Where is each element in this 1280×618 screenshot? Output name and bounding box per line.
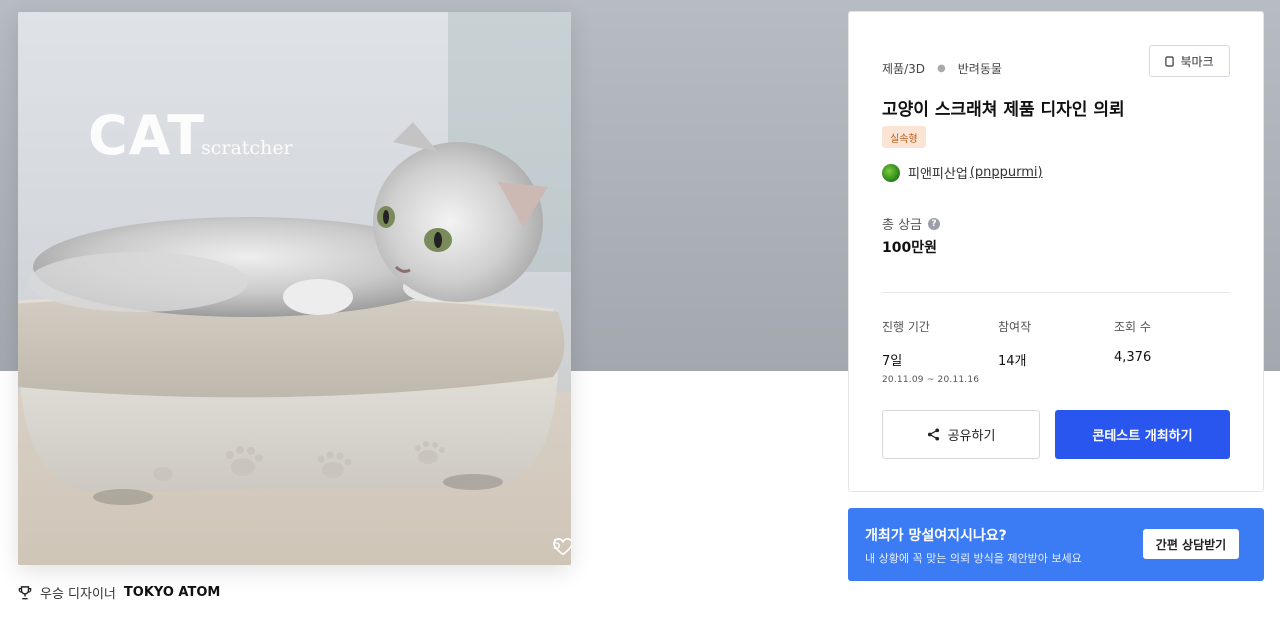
- image-overlay-title: CAT: [88, 104, 206, 167]
- category-separator: ●: [937, 63, 946, 74]
- host-info: 피앤피산업 (pnppurmi): [882, 163, 1043, 182]
- category-label[interactable]: 제품/3D: [882, 60, 925, 77]
- winner-label: 우승 디자이너: [40, 587, 116, 602]
- winner-designer: 우승 디자이너 TOKYO ATOM: [18, 583, 220, 602]
- share-label: 공유하기: [947, 429, 996, 444]
- trophy-icon: [18, 585, 32, 599]
- contest-type-badge: 실속형: [882, 126, 926, 148]
- contest-title: 고양이 스크래쳐 제품 디자인 의뢰: [882, 100, 1125, 120]
- cat-scratcher-photo: [18, 12, 571, 565]
- help-icon[interactable]: ?: [928, 217, 941, 230]
- share-button[interactable]: 공유하기: [882, 410, 1040, 459]
- bookmark-icon: [1165, 55, 1175, 67]
- like-button[interactable]: 5: [553, 538, 571, 556]
- divider: [882, 292, 1230, 293]
- host-contest-button[interactable]: 콘테스트 개최하기: [1055, 410, 1230, 459]
- prize-value: 100만원: [882, 240, 937, 256]
- consult-button[interactable]: 간편 상담받기: [1143, 529, 1239, 559]
- stat-label: 진행 기간: [882, 320, 930, 334]
- host-name: 피앤피산업: [908, 167, 968, 182]
- contest-main-image[interactable]: CAT scratcher 5: [18, 12, 571, 565]
- bookmark-button[interactable]: 북마크: [1149, 45, 1230, 77]
- subcategory-label[interactable]: 반려동물: [958, 60, 1002, 77]
- stat-views: 조회 수 4,376: [1114, 318, 1151, 365]
- category-breadcrumb: 제품/3D ● 반려동물: [882, 60, 1002, 77]
- host-handle-link[interactable]: (pnppurmi): [970, 165, 1043, 180]
- stat-dates: 20.11.09 ~ 20.11.16: [882, 375, 980, 385]
- consult-title: 개최가 망설여지시나요?: [865, 528, 1007, 544]
- stat-label: 참여작: [998, 320, 1032, 334]
- consult-subtitle: 내 상황에 꼭 맞는 의뢰 방식을 제안받아 보세요: [865, 552, 1082, 565]
- stat-entries: 참여작 14개: [998, 318, 1031, 369]
- prize-label-row: 총 상금 ?: [882, 214, 941, 233]
- contest-info-card: 제품/3D ● 반려동물 북마크 고양이 스크래쳐 제품 디자인 의뢰 실속형 …: [848, 11, 1264, 492]
- stat-label: 조회 수: [1114, 320, 1151, 334]
- stat-value: 4,376: [1114, 350, 1152, 365]
- share-icon: [927, 428, 939, 441]
- stat-duration: 진행 기간 7일 20.11.09 ~ 20.11.16: [882, 318, 979, 385]
- prize-label: 총 상금: [882, 218, 923, 233]
- image-overlay-subtitle: scratcher: [201, 137, 293, 159]
- heart-icon: [552, 538, 571, 556]
- winner-name[interactable]: TOKYO ATOM: [124, 585, 220, 600]
- stat-value: 7일: [882, 354, 903, 369]
- bookmark-label: 북마크: [1180, 54, 1214, 69]
- host-avatar[interactable]: [882, 163, 900, 182]
- consult-banner: 개최가 망설여지시나요? 내 상황에 꼭 맞는 의뢰 방식을 제안받아 보세요 …: [848, 508, 1264, 581]
- stat-value: 14개: [998, 354, 1027, 369]
